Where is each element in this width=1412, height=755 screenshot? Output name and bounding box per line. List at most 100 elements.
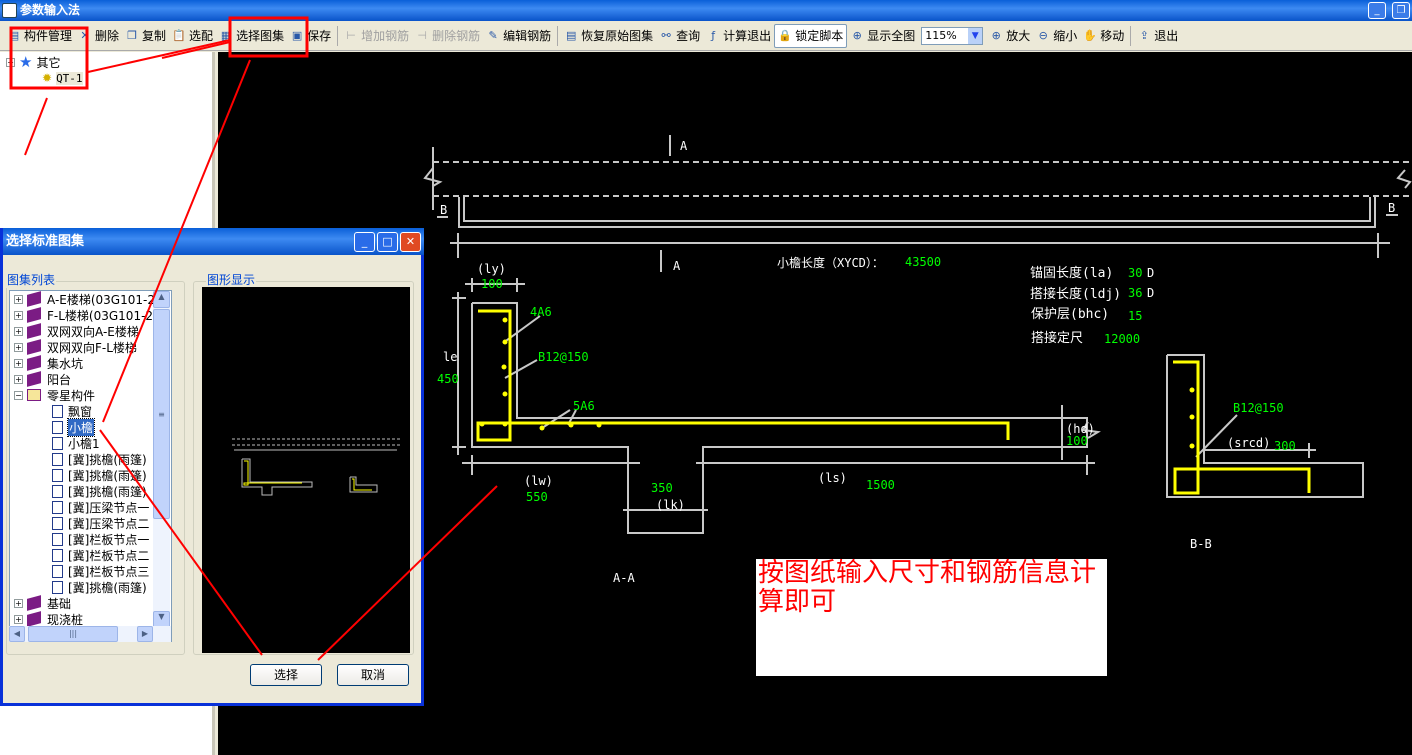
- ls-label: (ls): [818, 471, 847, 485]
- atlas-tree-item[interactable]: [冀]栏板节点三: [10, 563, 171, 579]
- document-icon: [52, 436, 63, 450]
- atlas-tree-item[interactable]: 小檐: [10, 417, 171, 437]
- length-value[interactable]: 43500: [905, 255, 941, 269]
- atlas-tree-item[interactable]: [冀]压梁节点一: [10, 499, 171, 515]
- atlas-tree-item[interactable]: + 现浇桩: [10, 611, 171, 627]
- atlas-tree-item[interactable]: [冀]挑檐(雨篷): [10, 467, 171, 483]
- atlas-tree-label: 现浇桩: [47, 612, 84, 627]
- expand-icon[interactable]: +: [14, 598, 23, 608]
- atlas-tree-item[interactable]: + 阳台: [10, 371, 171, 387]
- atlas-tree-item[interactable]: + 双网双向F-L楼梯: [10, 339, 171, 355]
- book-icon: [27, 291, 41, 307]
- atlas-tree[interactable]: + A-E楼梯(03G101-2) + F-L楼梯(03G101-2) + 双网双向A-E…: [9, 290, 172, 642]
- atlas-tree-label: [冀]栏板节点二: [68, 548, 150, 563]
- vertical-scrollbar[interactable]: ▲ ≡ ▼: [153, 291, 170, 628]
- atlas-tree-item[interactable]: 飘窗: [10, 403, 171, 419]
- rebar-main-value[interactable]: B12@150: [538, 350, 589, 364]
- atlas-tree-label: [冀]挑檐(雨篷): [68, 580, 147, 595]
- srcd-value[interactable]: 300: [1274, 439, 1296, 453]
- expand-icon[interactable]: +: [14, 614, 23, 624]
- cancel-button[interactable]: 取消: [337, 664, 409, 686]
- srcd-label: (srcd): [1227, 436, 1270, 450]
- rebar-top-value[interactable]: 4A6: [530, 305, 552, 319]
- atlas-tree-item[interactable]: [冀]挑檐(雨篷): [10, 451, 171, 467]
- atlas-tree-label: A-E楼梯(03G101-2): [47, 292, 160, 307]
- rebar: [476, 309, 1311, 495]
- horizontal-scrollbar[interactable]: ◀ ||| ▶: [9, 626, 171, 642]
- expand-icon[interactable]: +: [14, 358, 23, 368]
- expand-icon[interactable]: +: [14, 294, 23, 304]
- scroll-thumb[interactable]: |||: [28, 626, 118, 642]
- document-icon: [52, 484, 63, 498]
- atlas-tree-label: 小檐1: [68, 436, 100, 451]
- expand-icon[interactable]: +: [14, 326, 23, 336]
- hd-value[interactable]: 100: [1066, 434, 1088, 448]
- rebar-bb-value[interactable]: B12@150: [1233, 401, 1284, 415]
- section-bb-label: B-B: [1190, 537, 1212, 551]
- atlas-tree-item[interactable]: + A-E楼梯(03G101-2): [10, 291, 171, 307]
- scroll-right-button[interactable]: ▶: [137, 626, 153, 642]
- select-button[interactable]: 选择: [250, 664, 322, 686]
- section-bb-outline: [1166, 354, 1364, 498]
- lw-value[interactable]: 550: [526, 490, 548, 504]
- param-label: 搭接定尺: [1031, 330, 1083, 346]
- scroll-thumb[interactable]: ≡: [153, 309, 170, 519]
- atlas-tree-item[interactable]: + 集水坑: [10, 355, 171, 371]
- expand-icon[interactable]: +: [14, 310, 23, 320]
- parameter-list: 锚固长度(la) 30 D 搭接长度(ldj) 36 D 保护层(bhc) 15…: [1030, 265, 1154, 346]
- book-icon: [27, 355, 41, 371]
- book-icon: [27, 323, 41, 339]
- scroll-up-button[interactable]: ▲: [153, 291, 170, 308]
- document-icon: [52, 404, 63, 418]
- atlas-tree-item[interactable]: [冀]压梁节点二: [10, 515, 171, 531]
- atlas-tree-item[interactable]: − 零星构件: [10, 387, 171, 403]
- close-button[interactable]: ✕: [400, 232, 421, 252]
- book-icon: [27, 595, 41, 611]
- atlas-tree-label: 双网双向F-L楼梯: [47, 340, 137, 355]
- atlas-preview: [202, 287, 410, 653]
- param-value[interactable]: 36: [1128, 286, 1142, 300]
- atlas-tree-label: 飘窗: [68, 404, 93, 419]
- param-value[interactable]: 12000: [1104, 332, 1140, 346]
- atlas-tree-item[interactable]: + 基础: [10, 595, 171, 611]
- minimize-button[interactable]: _: [354, 232, 375, 252]
- document-icon: [52, 420, 63, 434]
- expand-icon[interactable]: +: [14, 374, 23, 384]
- document-icon: [52, 580, 63, 594]
- scroll-left-button[interactable]: ◀: [9, 626, 25, 642]
- section-mark: A: [680, 139, 688, 153]
- document-icon: [52, 516, 63, 530]
- lk-value[interactable]: 350: [651, 481, 673, 495]
- rebar-bottom-value[interactable]: 5A6: [573, 399, 595, 413]
- maximize-button[interactable]: □: [377, 232, 398, 252]
- section-aa-outline: [471, 302, 1088, 534]
- le-value[interactable]: 450: [437, 372, 459, 386]
- collapse-icon[interactable]: −: [14, 390, 23, 400]
- ly-value[interactable]: 100: [481, 277, 503, 291]
- atlas-tree-item[interactable]: [冀]栏板节点一: [10, 531, 171, 547]
- dialog-title: 选择标准图集: [6, 234, 85, 249]
- ly-label: (ly): [477, 262, 506, 276]
- atlas-tree-label: 小檐: [66, 417, 96, 437]
- lk-label: (lk): [656, 498, 685, 512]
- atlas-tree-item[interactable]: [冀]栏板节点二: [10, 547, 171, 563]
- atlas-tree-label: 双网双向A-E楼梯: [47, 324, 139, 339]
- atlas-tree-item[interactable]: + F-L楼梯(03G101-2): [10, 307, 171, 323]
- atlas-tree-label: [冀]挑檐(雨篷): [68, 468, 147, 483]
- param-value[interactable]: 30: [1128, 266, 1142, 280]
- atlas-tree-item[interactable]: [冀]挑檐(雨篷): [10, 579, 171, 595]
- section-mark: B: [440, 203, 447, 217]
- expand-icon[interactable]: +: [14, 342, 23, 352]
- param-value[interactable]: 15: [1128, 309, 1142, 323]
- atlas-tree-item[interactable]: [冀]挑檐(雨篷): [10, 483, 171, 499]
- atlas-tree-item[interactable]: 小檐1: [10, 435, 171, 451]
- atlas-tree-label: 阳台: [47, 372, 72, 387]
- select-atlas-dialog: 选择标准图集 _ □ ✕ 图集列表 + A-E楼梯(03G101-2) + F-L楼梯…: [0, 228, 424, 706]
- atlas-tree-label: 零星构件: [47, 388, 96, 403]
- ls-value[interactable]: 1500: [866, 478, 895, 492]
- book-icon: [27, 307, 41, 323]
- atlas-tree-label: F-L楼梯(03G101-2): [47, 308, 158, 323]
- atlas-tree-item[interactable]: + 双网双向A-E楼梯: [10, 323, 171, 339]
- section-mark: A: [673, 259, 681, 273]
- atlas-tree-label: [冀]栏板节点一: [68, 532, 150, 547]
